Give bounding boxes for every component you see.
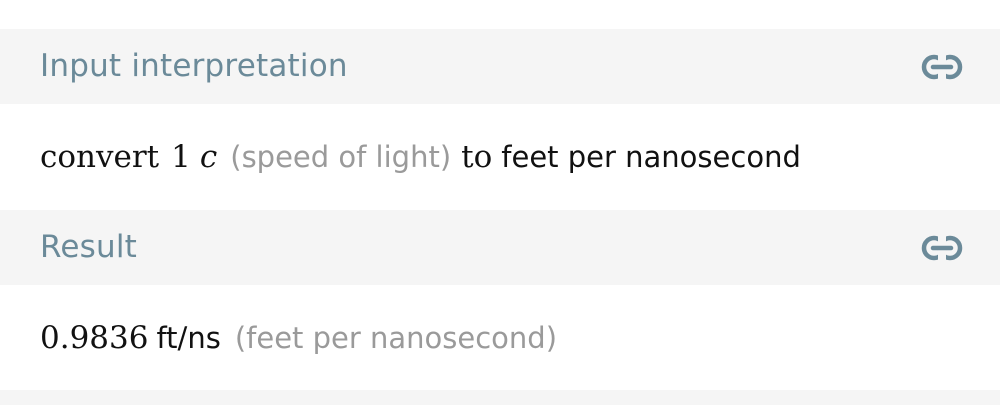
top-spacing: [0, 0, 1000, 29]
input-interpretation-body: convert 1 c (speed of light) to feet per nano…: [0, 104, 1000, 210]
link-icon: [921, 54, 963, 80]
quantity-number: 1: [171, 139, 191, 175]
result-body: 0.9836 ft/ns (feet per nanosecond): [0, 285, 1000, 391]
target-unit: feet per nanosecond: [501, 140, 801, 174]
symbol-qualifier: (speed of light): [230, 140, 452, 174]
input-interpretation-link-button[interactable]: [920, 47, 964, 87]
speed-of-light-symbol: c: [199, 139, 218, 175]
link-icon: [921, 235, 963, 261]
result-unit-description: (feet per nanosecond): [234, 321, 558, 355]
result-unit: ft/ns: [156, 321, 221, 355]
result-header: Result: [0, 210, 1000, 285]
result-content: 0.9836 ft/ns (feet per nanosecond): [40, 285, 557, 391]
result-value: 0.9836: [40, 320, 149, 356]
result-title: Result: [40, 229, 137, 265]
result-link-button[interactable]: [920, 228, 964, 268]
input-interpretation-title: Input interpretation: [40, 48, 348, 84]
next-pod-header-edge: [0, 390, 1000, 405]
input-interpretation-header: Input interpretation: [0, 29, 1000, 104]
to-word: to: [461, 139, 493, 175]
input-interpretation-content: convert 1 c (speed of light) to feet per nano…: [40, 104, 801, 210]
convert-word: convert: [40, 139, 160, 175]
